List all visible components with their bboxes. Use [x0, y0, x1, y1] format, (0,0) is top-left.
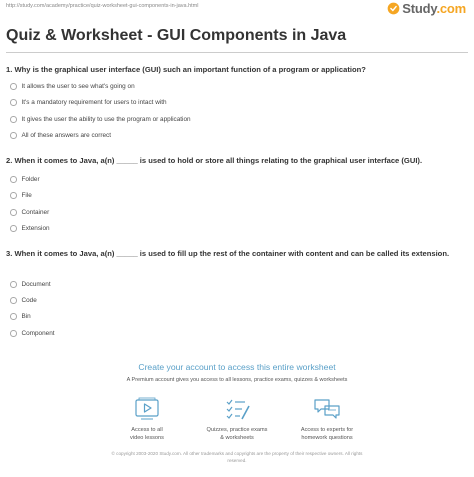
option-label: Component [21, 330, 55, 337]
logo-text: Study.com [402, 1, 466, 16]
option-q1-b[interactable]: It's a mandatory requirement for users t… [10, 99, 167, 106]
radio-icon[interactable] [10, 297, 17, 304]
study-logo-icon [387, 2, 400, 15]
radio-icon[interactable] [10, 209, 17, 216]
question-3: 3. When it comes to Java, a(n) _____ is … [6, 249, 450, 258]
radio-icon[interactable] [10, 83, 17, 90]
option-q2-d[interactable]: Extension [10, 225, 50, 232]
copyright-line2: reserved. [227, 457, 247, 463]
radio-icon[interactable] [10, 225, 17, 232]
option-label: All of these answers are correct [21, 132, 112, 139]
page-title: Quiz & Worksheet - GUI Components in Jav… [6, 27, 347, 44]
page-url: http://study.com/academy/practice/quiz-w… [6, 3, 199, 9]
quizzes-checklist-icon [226, 399, 250, 420]
video-lessons-icon [135, 397, 159, 420]
premium-description: A Premium account gives you access to al… [126, 377, 348, 383]
option-q1-d[interactable]: All of these answers are correct [10, 132, 111, 139]
radio-icon[interactable] [10, 330, 17, 337]
option-q2-c[interactable]: Container [10, 209, 49, 216]
radio-icon[interactable] [10, 313, 17, 320]
option-label: Container [21, 209, 50, 216]
option-q3-c[interactable]: Bin [10, 313, 31, 320]
option-label: It allows the user to see what's going o… [21, 83, 135, 90]
question-2: 2. When it comes to Java, a(n) _____ is … [6, 156, 423, 165]
copyright-footer: © copyright 2003-2020 Study.com. All oth… [0, 451, 474, 464]
radio-icon[interactable] [10, 99, 17, 106]
option-q3-b[interactable]: Code [10, 297, 37, 304]
radio-icon[interactable] [10, 281, 17, 288]
option-q3-a[interactable]: Document [10, 281, 51, 288]
option-label: It gives the user the ability to use the… [21, 116, 191, 123]
option-q1-a[interactable]: It allows the user to see what's going o… [10, 83, 135, 90]
option-label: Extension [21, 225, 50, 232]
title-divider [6, 52, 468, 53]
option-label: Code [21, 297, 37, 304]
study-logo[interactable]: Study.com [387, 1, 466, 16]
option-q2-b[interactable]: File [10, 192, 32, 199]
option-q1-c[interactable]: It gives the user the ability to use the… [10, 116, 191, 123]
option-q2-a[interactable]: Folder [10, 176, 40, 183]
experts-chat-icon [314, 399, 340, 419]
option-label: Document [21, 281, 51, 288]
option-label: Bin [21, 313, 31, 320]
radio-icon[interactable] [10, 192, 17, 199]
option-label: File [21, 192, 32, 199]
feature-experts: Access to experts for homework questions [267, 397, 387, 442]
option-q3-d[interactable]: Component [10, 330, 55, 337]
question-1: 1. Why is the graphical user interface (… [6, 65, 366, 74]
radio-icon[interactable] [10, 176, 17, 183]
copyright-line1: © copyright 2003-2020 Study.com. All oth… [111, 451, 363, 456]
create-account-link[interactable]: Create your account to access this entir… [0, 362, 474, 372]
radio-icon[interactable] [10, 116, 17, 123]
option-label: Folder [21, 176, 40, 183]
feature-experts-line1: Access to experts for [300, 427, 354, 433]
option-label: It's a mandatory requirement for users t… [21, 99, 167, 106]
radio-icon[interactable] [10, 132, 17, 139]
header-bar: http://study.com/academy/practice/quiz-w… [0, 0, 474, 18]
feature-experts-line2: homework questions [301, 434, 353, 441]
